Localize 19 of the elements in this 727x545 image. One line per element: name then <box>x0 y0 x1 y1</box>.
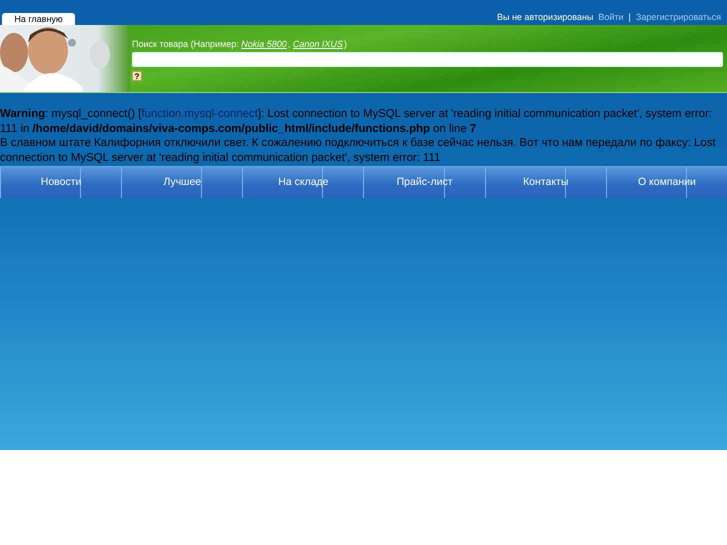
auth-status: Вы не авторизированы <box>496 12 594 22</box>
nav-item[interactable]: О компании <box>606 167 727 198</box>
search-label: Поиск товара (Например: Nokia 5800, Canon IXUS) <box>132 38 347 50</box>
search-field[interactable] <box>132 52 723 67</box>
error-message: В славном штате Калифорния отключили свет. К сожалению подключиться к базе сейчас нельзя. Вот что нам передали по факсу: Lost connection to MySQL server at 'reading initial communication packet', system error: 111 <box>0 136 717 165</box>
warning-message: Warning: mysql_connect() [function.mysql-connect]: Lost connection to MySQL server at 'reading initial communication packet', system error: 111 in /home/david/domains/viva-comps.com/public_html/include/functions.php on line 7 <box>0 107 713 136</box>
nav-item[interactable]: Контакты <box>484 167 606 198</box>
home-tab[interactable]: На главную <box>2 13 75 25</box>
example-link[interactable]: Nokia 5800 <box>241 39 288 49</box>
nav-item[interactable]: Новости <box>0 167 122 198</box>
nav-item[interactable]: На складе <box>242 167 364 198</box>
nav-item[interactable]: Лучшее <box>121 167 242 198</box>
help-button[interactable]: ? <box>132 71 142 81</box>
function-link[interactable]: function.mysql-connect <box>141 108 258 120</box>
register-link[interactable]: Зарегистрироваться <box>636 12 721 22</box>
nav-item[interactable]: Прайс-лист <box>363 167 485 198</box>
example-link[interactable]: Canon IXUS <box>292 39 344 49</box>
separator: | <box>628 12 631 22</box>
login-link[interactable]: Войти <box>598 12 624 22</box>
